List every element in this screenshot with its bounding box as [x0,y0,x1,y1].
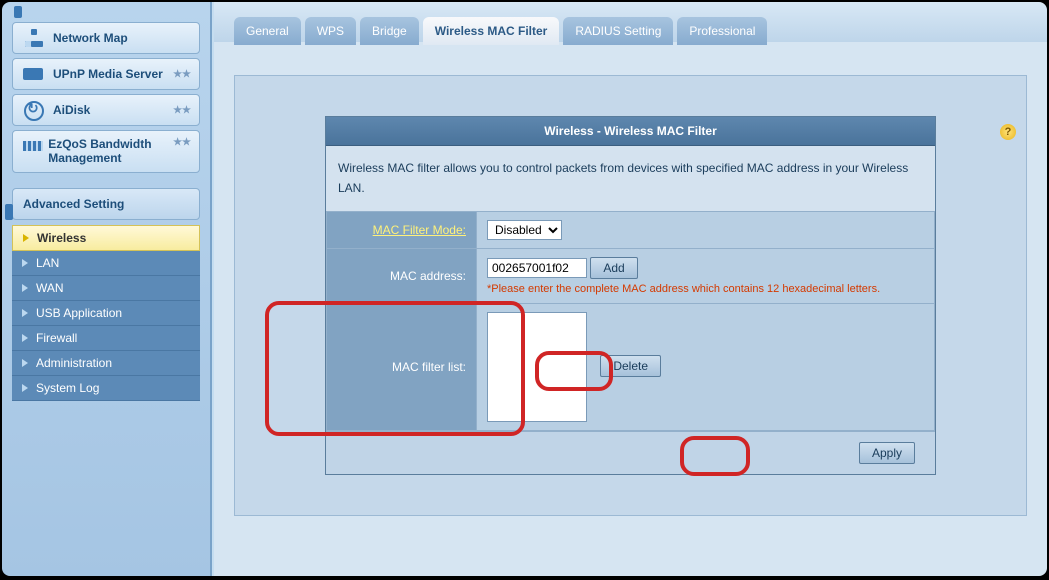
panel-description: Wireless MAC filter allows you to contro… [326,146,935,211]
sidebar-item-administration[interactable]: Administration [12,351,200,376]
sidebar-item-aidisk[interactable]: AiDisk ★★ [12,94,200,126]
mac-address-input[interactable] [487,258,587,278]
tab-wps[interactable]: WPS [305,17,356,45]
mac-address-label: MAC address: [327,248,477,303]
sidebar-item-system-log[interactable]: System Log [12,376,200,401]
delete-button[interactable]: Delete [600,355,661,377]
sidebar-item-network-map[interactable]: Network Map [12,22,200,54]
star-icon: ★★ [173,105,191,116]
sidebar-item-usb-app[interactable]: USB Application [12,301,200,326]
mac-address-hint: *Please enter the complete MAC address w… [487,283,924,295]
add-button[interactable]: Add [590,257,637,279]
sidebar-item-label: LAN [36,256,59,270]
mac-filter-list-label: MAC filter list: [327,303,477,430]
sidebar-item-label: WAN [36,281,64,295]
sidebar: Network Map UPnP Media Server ★★ AiDisk … [2,2,212,576]
bandwidth-icon [23,137,40,155]
tab-wireless-mac-filter[interactable]: Wireless MAC Filter [423,17,560,45]
sidebar-item-label: System Log [36,381,99,395]
sidebar-advanced-label: Advanced Setting [23,197,124,211]
sidebar-item-label: UPnP Media Server [53,67,163,81]
filter-mode-select[interactable]: Disabled [487,220,562,240]
help-icon[interactable]: ? [1000,124,1016,140]
sidebar-item-ezqos[interactable]: EzQoS Bandwidth Management ★★ [12,130,200,173]
content-area: General WPS Bridge Wireless MAC Filter R… [212,2,1047,576]
tab-professional[interactable]: Professional [677,17,767,45]
arrow-icon [22,384,28,392]
sidebar-item-label: Administration [36,356,112,370]
sidebar-item-label: AiDisk [53,103,90,117]
sidebar-item-label: Firewall [36,331,77,345]
aidisk-icon [23,101,45,119]
tab-bridge[interactable]: Bridge [360,17,419,45]
filter-mode-label: MAC Filter Mode: [327,211,477,248]
star-icon: ★★ [173,137,191,148]
arrow-icon [22,259,28,267]
sidebar-item-wireless[interactable]: Wireless [12,225,200,251]
star-icon: ★★ [173,69,191,80]
tab-bar: General WPS Bridge Wireless MAC Filter R… [234,17,1027,45]
media-icon [23,65,45,83]
sidebar-item-firewall[interactable]: Firewall [12,326,200,351]
tab-radius-setting[interactable]: RADIUS Setting [563,17,673,45]
sidebar-item-label: USB Application [36,306,122,320]
arrow-icon [22,284,28,292]
settings-panel: Wireless - Wireless MAC Filter Wireless … [325,116,936,475]
apply-button[interactable]: Apply [859,442,915,464]
sidebar-item-label: Wireless [37,231,86,245]
mac-filter-listbox[interactable] [487,312,587,422]
sidebar-advanced-header[interactable]: Advanced Setting [12,188,200,220]
sidebar-item-label: EzQoS Bandwidth Management [48,137,189,166]
arrow-icon [23,234,29,242]
panel-title: Wireless - Wireless MAC Filter [326,117,935,146]
sidebar-item-label: Network Map [53,31,128,45]
tab-general[interactable]: General [234,17,301,45]
arrow-icon [22,359,28,367]
arrow-icon [22,334,28,342]
sidebar-item-lan[interactable]: LAN [12,251,200,276]
sidebar-item-upnp[interactable]: UPnP Media Server ★★ [12,58,200,90]
network-map-icon [23,29,45,47]
sidebar-item-wan[interactable]: WAN [12,276,200,301]
arrow-icon [22,309,28,317]
